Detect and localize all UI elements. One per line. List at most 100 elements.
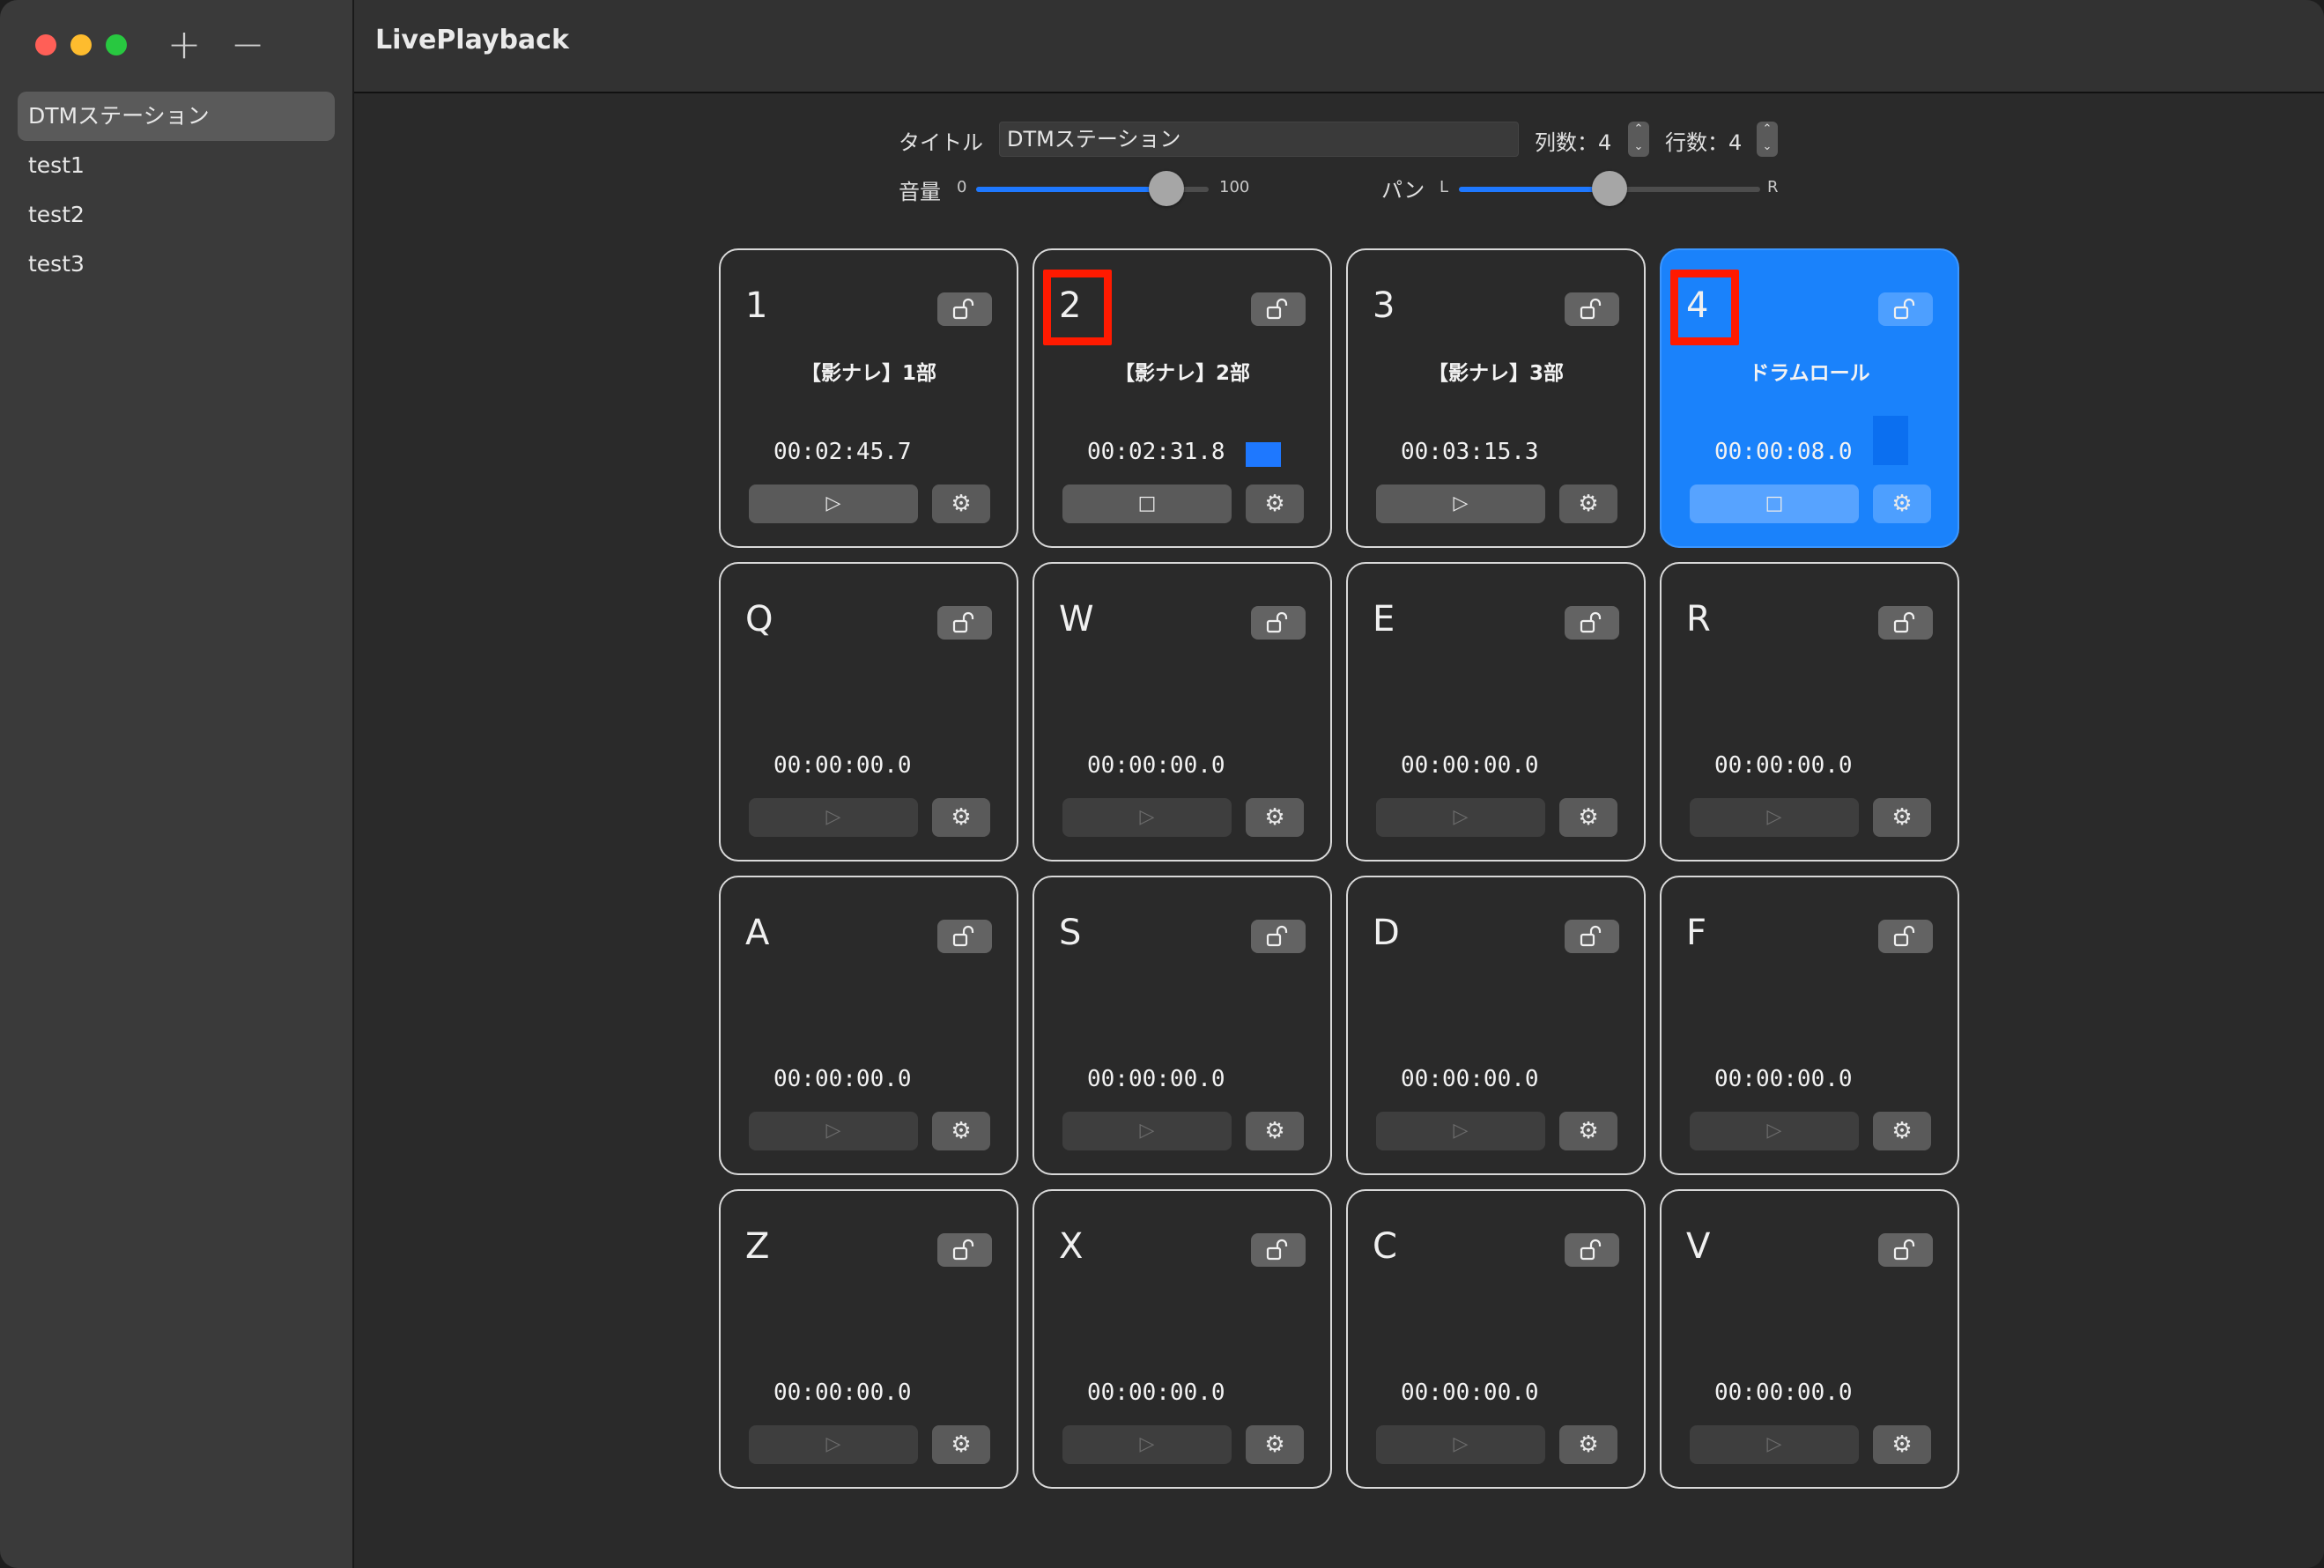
lock-open-icon <box>1251 292 1306 321</box>
settings-button[interactable]: ⚙ <box>1873 1112 1931 1150</box>
rows-stepper[interactable]: ⌃ ⌄ <box>1757 122 1778 157</box>
lock-button[interactable] <box>1565 292 1619 326</box>
settings-button[interactable]: ⚙ <box>1559 1112 1617 1150</box>
play-button[interactable]: ▷ <box>1376 484 1545 523</box>
pad-3[interactable]: 3 【影ナレ】3部 00:03:15.3 ▷ ⚙ <box>1346 248 1646 548</box>
pad-key-label: A <box>745 913 770 953</box>
pan-slider[interactable] <box>1459 171 1760 206</box>
pad-key-label: V <box>1686 1226 1711 1267</box>
play-button[interactable]: ▷ <box>1376 798 1545 837</box>
play-button[interactable]: ▷ <box>749 484 918 523</box>
lock-open-icon <box>1251 920 1306 948</box>
stop-button[interactable]: □ <box>1690 484 1859 523</box>
settings-button[interactable]: ⚙ <box>932 1112 990 1150</box>
pad-time: 00:00:00.0 <box>1714 752 1853 779</box>
settings-button[interactable]: ⚙ <box>1246 1112 1304 1150</box>
pad-e[interactable]: E 00:00:00.0 ▷ ⚙ <box>1346 562 1646 862</box>
settings-button[interactable]: ⚙ <box>1873 798 1931 837</box>
play-button[interactable]: ▷ <box>1690 1112 1859 1150</box>
pad-2[interactable]: 2 【影ナレ】2部 00:02:31.8 □ ⚙ <box>1032 248 1332 548</box>
remove-set-button[interactable]: − <box>226 19 270 69</box>
play-button[interactable]: ▷ <box>1690 798 1859 837</box>
lock-button[interactable] <box>1878 606 1933 640</box>
pad-r[interactable]: R 00:00:00.0 ▷ ⚙ <box>1660 562 1959 862</box>
pad-x[interactable]: X 00:00:00.0 ▷ ⚙ <box>1032 1189 1332 1489</box>
add-set-button[interactable]: + <box>162 19 206 69</box>
play-button[interactable]: ▷ <box>1062 1112 1232 1150</box>
sidebar-item-test2[interactable]: test2 <box>18 190 335 240</box>
play-button[interactable]: ▷ <box>749 1425 918 1464</box>
pad-time: 00:02:31.8 <box>1087 439 1225 465</box>
volume-slider-thumb[interactable] <box>1149 171 1184 206</box>
settings-button[interactable]: ⚙ <box>1246 1425 1304 1464</box>
pad-1[interactable]: 1 【影ナレ】1部 00:02:45.7 ▷ ⚙ <box>719 248 1018 548</box>
play-button[interactable]: ▷ <box>1062 1425 1232 1464</box>
pad-time: 00:00:00.0 <box>1087 1066 1225 1092</box>
pad-f[interactable]: F 00:00:00.0 ▷ ⚙ <box>1660 876 1959 1175</box>
play-icon: ▷ <box>825 1433 841 1455</box>
gear-icon: ⚙ <box>951 1118 972 1144</box>
pad-a[interactable]: A 00:00:00.0 ▷ ⚙ <box>719 876 1018 1175</box>
lock-button[interactable] <box>1251 1233 1306 1267</box>
pad-d[interactable]: D 00:00:00.0 ▷ ⚙ <box>1346 876 1646 1175</box>
settings-button[interactable]: ⚙ <box>932 484 990 523</box>
gear-icon: ⚙ <box>951 804 972 831</box>
lock-button[interactable] <box>1565 920 1619 953</box>
sidebar-item-dtm-station[interactable]: DTMステーション <box>18 92 335 141</box>
lock-button[interactable] <box>1565 1233 1619 1267</box>
settings-button[interactable]: ⚙ <box>1246 798 1304 837</box>
columns-stepper[interactable]: ⌃ ⌄ <box>1628 122 1649 157</box>
pad-q[interactable]: Q 00:00:00.0 ▷ ⚙ <box>719 562 1018 862</box>
level-meter <box>1873 416 1908 465</box>
gear-icon: ⚙ <box>1578 491 1599 517</box>
main-content: タイトル 列数：4 ⌃⌄ 行数：4 ⌃⌄ 音量 0 100 パン L R 1 【影… <box>354 93 2324 1568</box>
app-title: LivePlayback <box>375 25 569 55</box>
pad-w[interactable]: W 00:00:00.0 ▷ ⚙ <box>1032 562 1332 862</box>
play-button[interactable]: ▷ <box>749 798 918 837</box>
pad-4[interactable]: 4 ドラムロール 00:00:08.0 □ ⚙ <box>1660 248 1959 548</box>
lock-button[interactable] <box>1251 292 1306 326</box>
lock-button[interactable] <box>937 606 992 640</box>
gear-icon: ⚙ <box>1264 1118 1285 1144</box>
pad-c[interactable]: C 00:00:00.0 ▷ ⚙ <box>1346 1189 1646 1489</box>
lock-button[interactable] <box>1878 1233 1933 1267</box>
settings-button[interactable]: ⚙ <box>1246 484 1304 523</box>
settings-button[interactable]: ⚙ <box>1559 484 1617 523</box>
lock-button[interactable] <box>1565 606 1619 640</box>
volume-slider[interactable] <box>976 171 1209 206</box>
settings-button[interactable]: ⚙ <box>1873 484 1931 523</box>
minimize-window-button[interactable] <box>70 34 92 55</box>
settings-button[interactable]: ⚙ <box>1873 1425 1931 1464</box>
lock-button[interactable] <box>1251 606 1306 640</box>
settings-button[interactable]: ⚙ <box>1559 798 1617 837</box>
lock-button[interactable] <box>937 292 992 326</box>
play-button[interactable]: ▷ <box>1062 798 1232 837</box>
lock-button[interactable] <box>1878 292 1933 326</box>
close-window-button[interactable] <box>35 34 56 55</box>
play-button[interactable]: ▷ <box>749 1112 918 1150</box>
sidebar-item-test1[interactable]: test1 <box>18 141 335 190</box>
pad-z[interactable]: Z 00:00:00.0 ▷ ⚙ <box>719 1189 1018 1489</box>
lock-button[interactable] <box>1251 920 1306 953</box>
title-input[interactable] <box>999 122 1519 157</box>
play-button[interactable]: ▷ <box>1690 1425 1859 1464</box>
stop-button[interactable]: □ <box>1062 484 1232 523</box>
lock-open-icon <box>937 292 992 321</box>
pad-v[interactable]: V 00:00:00.0 ▷ ⚙ <box>1660 1189 1959 1489</box>
play-button[interactable]: ▷ <box>1376 1425 1545 1464</box>
settings-button[interactable]: ⚙ <box>1559 1425 1617 1464</box>
settings-button[interactable]: ⚙ <box>932 798 990 837</box>
settings-button[interactable]: ⚙ <box>932 1425 990 1464</box>
zoom-window-button[interactable] <box>106 34 127 55</box>
pad-time: 00:00:00.0 <box>1401 1066 1539 1092</box>
pad-s[interactable]: S 00:00:00.0 ▷ ⚙ <box>1032 876 1332 1175</box>
pad-grid: 1 【影ナレ】1部 00:02:45.7 ▷ ⚙ 2 【影ナレ】2部 00:02:31.8 □ ⚙… <box>719 248 1959 1489</box>
lock-button[interactable] <box>937 1233 992 1267</box>
pad-key-label: X <box>1059 1226 1084 1267</box>
play-button[interactable]: ▷ <box>1376 1112 1545 1150</box>
pad-key-label: C <box>1373 1226 1397 1267</box>
pan-slider-thumb[interactable] <box>1592 171 1627 206</box>
lock-button[interactable] <box>1878 920 1933 953</box>
lock-button[interactable] <box>937 920 992 953</box>
sidebar-item-test3[interactable]: test3 <box>18 240 335 289</box>
